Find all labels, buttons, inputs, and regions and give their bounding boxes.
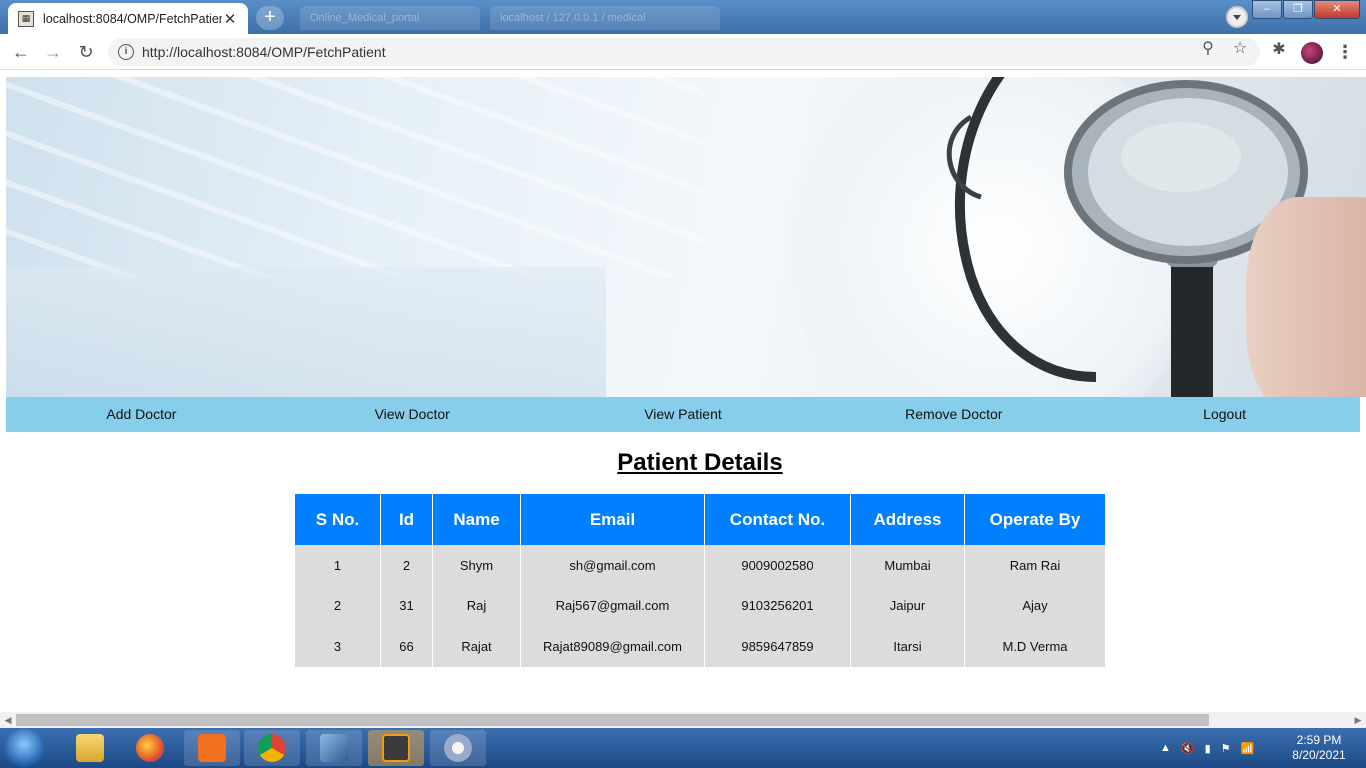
background-tab-1[interactable]: Online_Medical_portal — [300, 6, 480, 30]
browser-titlebar: ▦ localhost:8084/OMP/FetchPatient ✕ + On… — [0, 0, 1366, 34]
bookmark-star-icon[interactable]: ☆ — [1230, 39, 1250, 59]
nav-add-doctor[interactable]: Add Doctor — [6, 397, 277, 432]
header-address: Address — [851, 494, 964, 545]
header-name: Name — [433, 494, 520, 545]
hand-image — [1246, 197, 1366, 397]
xampp-icon[interactable] — [184, 730, 240, 766]
reload-icon[interactable]: ↻ — [75, 41, 97, 63]
cell-sno: 2 — [295, 585, 380, 627]
tab-close-icon[interactable]: ✕ — [222, 10, 238, 28]
cell-sno: 3 — [295, 626, 380, 667]
new-tab-button[interactable]: + — [256, 6, 284, 30]
horizontal-scrollbar[interactable]: ◀ ▶ — [0, 712, 1366, 728]
cell-email: sh@gmail.com — [521, 545, 704, 586]
stethoscope-image — [946, 77, 1308, 397]
header-contact: Contact No. — [705, 494, 850, 545]
action-center-icon[interactable]: ⚑ — [1221, 742, 1231, 755]
windows-taskbar: ▲ 🔇 ▮ ⚑ 📶 2:59 PM 8/20/2021 — [0, 728, 1366, 768]
cell-email: Rajat89089@gmail.com — [521, 626, 704, 667]
cell-email: Raj567@gmail.com — [521, 585, 704, 627]
cell-id: 2 — [381, 545, 432, 586]
browser-toolbar: ← → ↻ i http://localhost:8084/OMP/FetchP… — [0, 34, 1366, 70]
cell-operate-by: Ajay — [965, 585, 1105, 627]
cell-contact: 9859647859 — [705, 626, 850, 667]
background-tab-2[interactable]: localhost / 127.0.0.1 / medical — [490, 6, 720, 30]
zoom-icon[interactable]: ⚲ — [1198, 39, 1218, 59]
cell-address: Itarsi — [851, 626, 964, 667]
tab-title: localhost:8084/OMP/FetchPatient — [43, 11, 222, 26]
nav-view-patient[interactable]: View Patient — [548, 397, 819, 432]
sublime-icon[interactable] — [368, 730, 424, 766]
cell-operate-by: Ram Rai — [965, 545, 1105, 586]
cell-contact: 9103256201 — [705, 585, 850, 627]
table-row: 1 2 Shym sh@gmail.com 9009002580 Mumbai … — [295, 545, 1105, 586]
forward-icon[interactable]: → — [42, 41, 64, 63]
virtualbox-icon[interactable] — [306, 730, 362, 766]
favicon-icon: ▦ — [18, 10, 34, 27]
close-window-button[interactable]: ✕ — [1314, 0, 1360, 19]
firefox-icon[interactable] — [122, 730, 178, 766]
cell-address: Jaipur — [851, 585, 964, 627]
cell-name: Rajat — [433, 626, 520, 667]
cell-id: 66 — [381, 626, 432, 667]
site-info-icon[interactable]: i — [118, 44, 134, 60]
maximize-button[interactable]: ❐ — [1283, 0, 1313, 19]
scrollbar-thumb[interactable] — [16, 714, 1209, 726]
paint-icon[interactable] — [430, 730, 486, 766]
explorer-icon[interactable] — [62, 730, 118, 766]
start-button[interactable] — [4, 729, 44, 767]
table-header-row: S No. Id Name Email Contact No. Address … — [295, 494, 1105, 545]
cell-address: Mumbai — [851, 545, 964, 586]
nav-logout[interactable]: Logout — [1089, 397, 1360, 432]
back-icon[interactable]: ← — [10, 41, 32, 63]
cell-name: Shym — [433, 545, 520, 586]
tab-search-icon[interactable] — [1226, 6, 1248, 28]
scroll-left-icon[interactable]: ◀ — [2, 714, 14, 726]
network-icon[interactable]: ▮ — [1205, 742, 1211, 755]
tray-expand-icon[interactable]: ▲ — [1160, 742, 1171, 754]
header-banner-image — [6, 77, 1366, 397]
nav-remove-doctor[interactable]: Remove Doctor — [818, 397, 1089, 432]
cell-contact: 9009002580 — [705, 545, 850, 586]
browser-tab-active[interactable]: ▦ localhost:8084/OMP/FetchPatient ✕ — [8, 3, 248, 34]
volume-muted-icon[interactable]: 🔇 — [1181, 742, 1195, 755]
cell-sno: 1 — [295, 545, 380, 586]
nav-view-doctor[interactable]: View Doctor — [277, 397, 548, 432]
window-controls: – ❐ ✕ — [1251, 0, 1360, 19]
cell-id: 31 — [381, 585, 432, 627]
scroll-right-icon[interactable]: ▶ — [1352, 714, 1364, 726]
browser-menu-icon[interactable]: ⋮ — [1336, 41, 1354, 63]
header-operate-by: Operate By — [965, 494, 1105, 545]
header-id: Id — [381, 494, 432, 545]
system-tray: ▲ 🔇 ▮ ⚑ 📶 — [1160, 728, 1264, 768]
cell-operate-by: M.D Verma — [965, 626, 1105, 667]
profile-avatar[interactable] — [1301, 42, 1323, 64]
address-url[interactable]: http://localhost:8084/OMP/FetchPatient — [142, 44, 386, 60]
clock-time: 2:59 PM — [1296, 733, 1342, 747]
patient-table: S No. Id Name Email Contact No. Address … — [294, 494, 1106, 667]
cell-name: Raj — [433, 585, 520, 627]
main-navbar: Add Doctor View Doctor View Patient Remo… — [6, 397, 1360, 432]
table-row: 3 66 Rajat Rajat89089@gmail.com 98596478… — [295, 626, 1105, 667]
page-content: Add Doctor View Doctor View Patient Remo… — [0, 71, 1366, 712]
clock-date: 8/20/2021 — [1292, 748, 1346, 762]
signal-icon[interactable]: 📶 — [1241, 742, 1255, 755]
header-email: Email — [521, 494, 704, 545]
header-sno: S No. — [295, 494, 380, 545]
table-row: 2 31 Raj Raj567@gmail.com 9103256201 Jai… — [295, 585, 1105, 627]
minimize-button[interactable]: – — [1252, 0, 1282, 19]
taskbar-clock[interactable]: 2:59 PM 8/20/2021 — [1284, 733, 1354, 763]
extensions-icon[interactable]: ✱ — [1269, 40, 1289, 60]
page-title: Patient Details — [617, 449, 783, 476]
address-bar[interactable]: i http://localhost:8084/OMP/FetchPatient — [108, 38, 1260, 66]
chrome-icon[interactable] — [244, 730, 300, 766]
